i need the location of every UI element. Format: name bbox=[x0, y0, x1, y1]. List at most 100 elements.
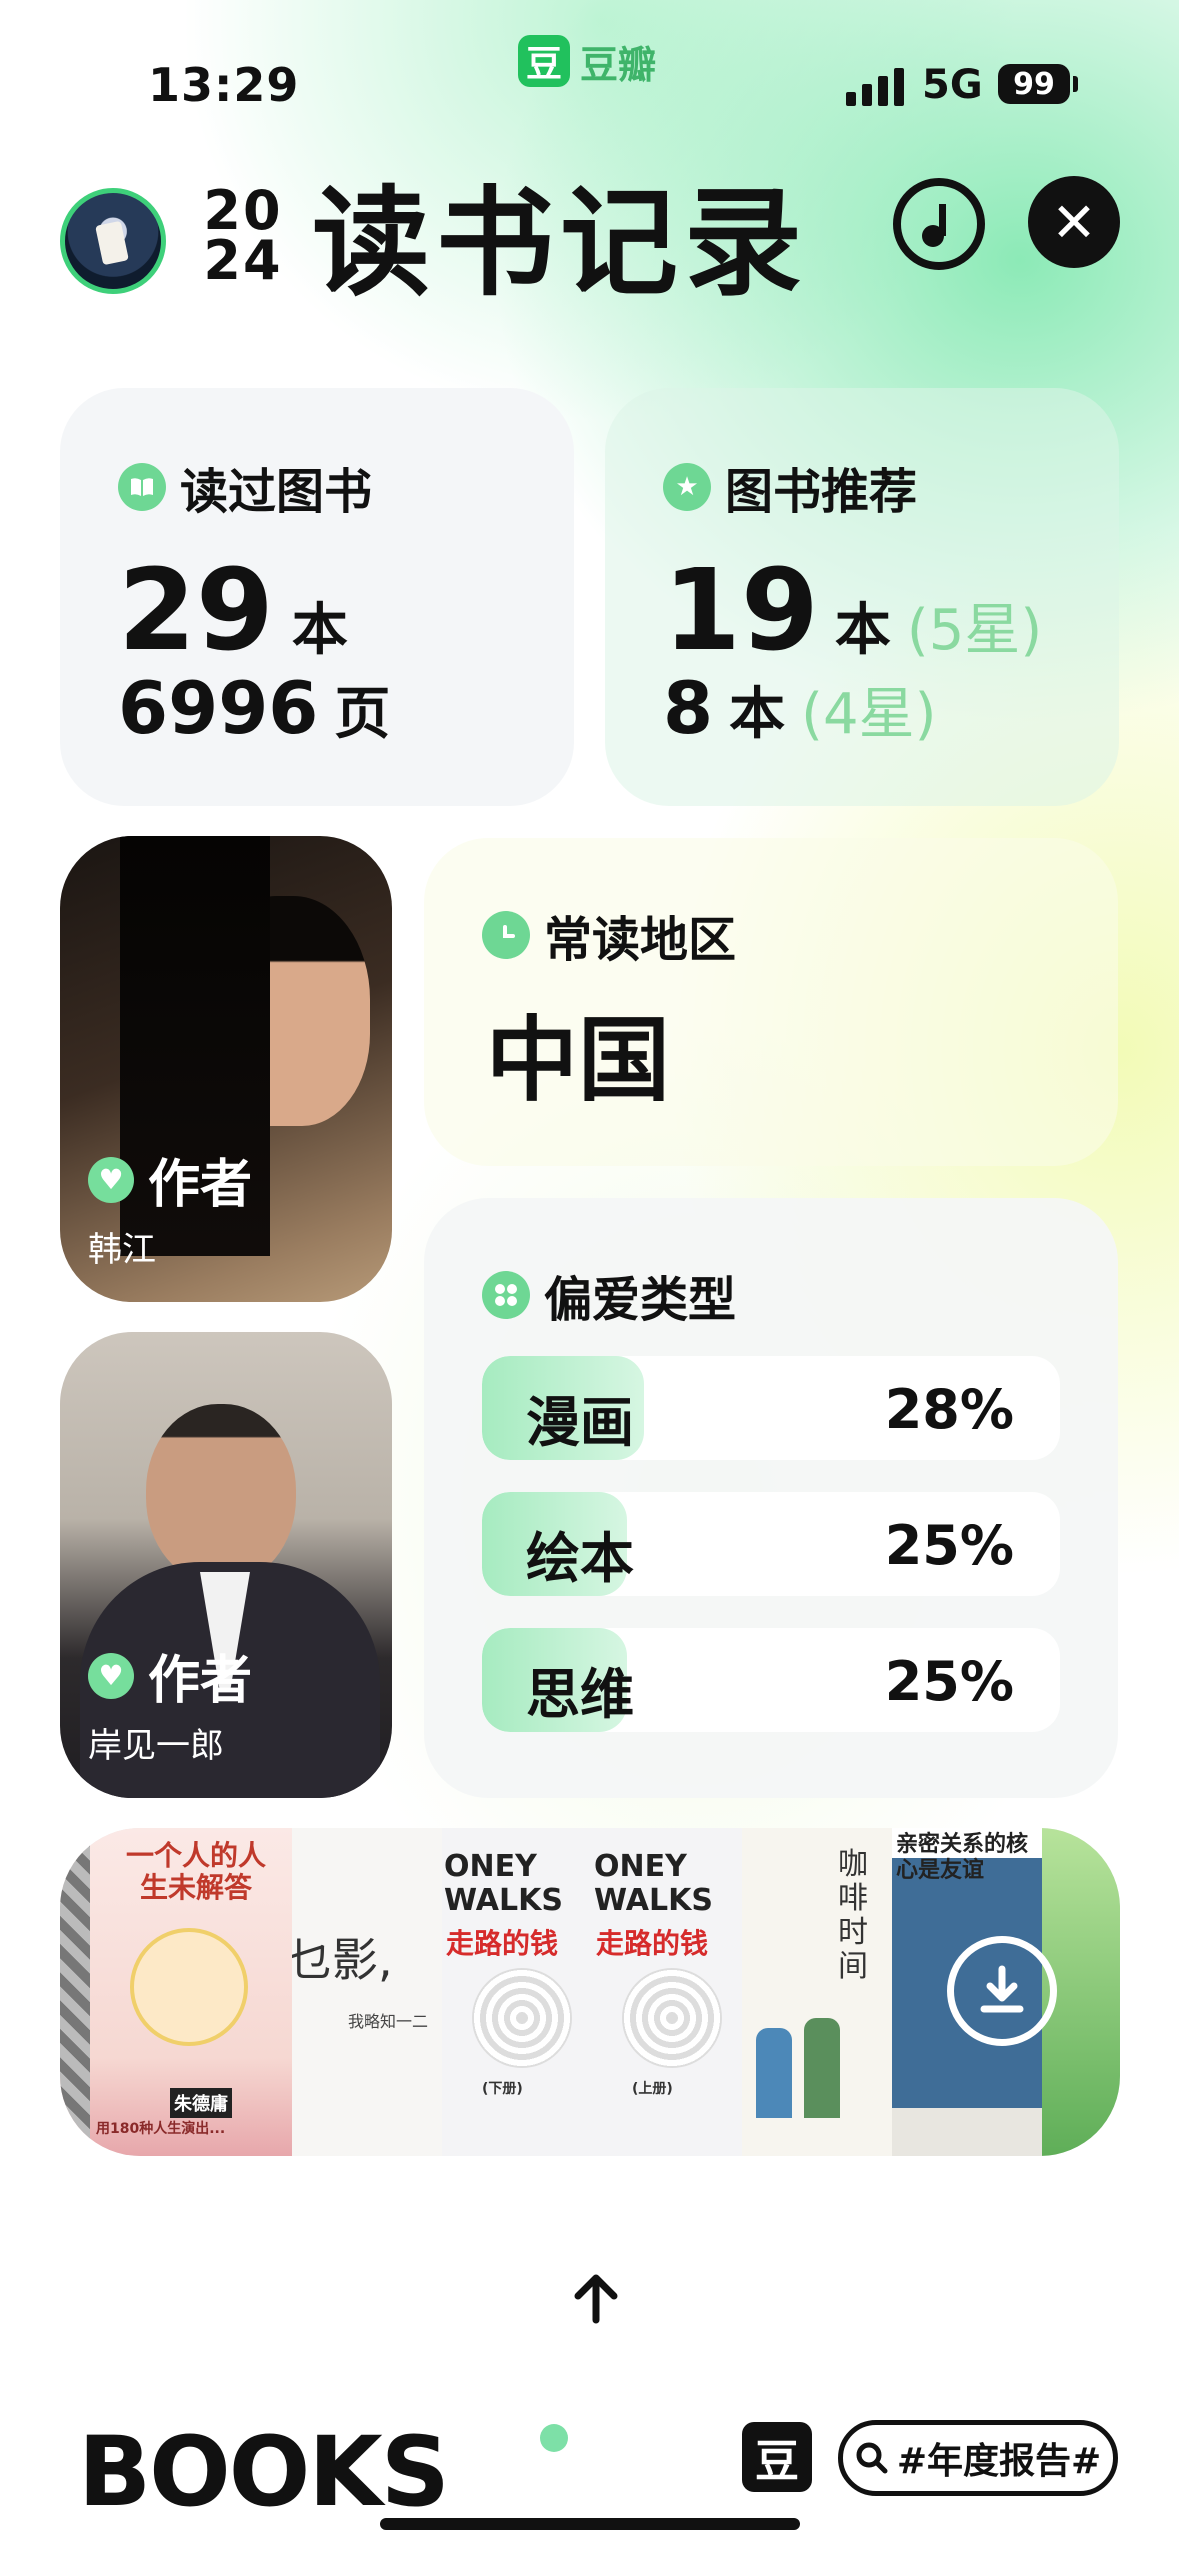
author-2-portrait bbox=[146, 1404, 296, 1584]
books-count: 29 bbox=[118, 546, 274, 676]
cover-1-title: 一个人的人生未解答 bbox=[125, 1839, 266, 1904]
arrow-up-icon[interactable] bbox=[566, 2268, 626, 2328]
cover-4-vol: (上册) bbox=[632, 2081, 673, 2097]
genre-2-percent: 25% bbox=[884, 1514, 1014, 1577]
recommend-card: ★ 图书推荐 19 本 (5星) 8 本 (4星) bbox=[605, 388, 1119, 806]
grid-icon bbox=[482, 1271, 530, 1319]
read-books-label: 读过图书 bbox=[180, 464, 373, 520]
download-icon bbox=[980, 1965, 1024, 2013]
douban-icon[interactable]: 豆 bbox=[742, 2422, 812, 2492]
book-cover-5[interactable]: 咖啡时间 bbox=[742, 1828, 892, 2156]
recommend-label-row: ★ 图书推荐 bbox=[663, 452, 917, 522]
genre-bar-2: 绘本 25% bbox=[482, 1492, 1060, 1596]
region-label: 常读地区 bbox=[544, 912, 737, 968]
search-icon bbox=[856, 2442, 888, 2474]
status-time: 13:29 bbox=[148, 58, 300, 112]
read-books-card: 读过图书 29 本 6996 页 bbox=[60, 388, 574, 806]
cover-3-subtitle: 走路的钱 bbox=[446, 1927, 559, 1960]
pages-count: 6996 bbox=[118, 666, 319, 750]
logo-dot bbox=[540, 2424, 568, 2452]
book-cover-4[interactable]: ONEY WALKS 走路的钱 (上册) bbox=[592, 1828, 742, 2156]
genre-1-percent: 28% bbox=[884, 1378, 1014, 1441]
cover-2-title: 乜影, bbox=[292, 1933, 393, 1987]
home-indicator[interactable] bbox=[380, 2518, 800, 2530]
read-books-label-row: 读过图书 bbox=[118, 452, 372, 522]
four-star-unit: 本 bbox=[729, 682, 786, 747]
book-icon bbox=[118, 463, 166, 511]
close-icon: ✕ bbox=[1051, 190, 1097, 254]
four-star-count: 8 bbox=[663, 666, 714, 750]
network-label: 5G bbox=[922, 62, 983, 108]
cover-4-maze bbox=[622, 1968, 722, 2068]
hashtag-label: #年度报告# bbox=[896, 2441, 1102, 2482]
author-1-tag-row: ♥ 作者 bbox=[88, 1142, 252, 1217]
cover-1-author: 朱德庸 bbox=[170, 2088, 232, 2118]
books-logo: BOOKS bbox=[78, 2416, 450, 2528]
year-bottom: 24 bbox=[203, 229, 283, 292]
books-count-row: 29 本 bbox=[118, 546, 348, 676]
four-star-row: 8 本 (4星) bbox=[663, 666, 936, 750]
battery-icon: 99 bbox=[998, 64, 1070, 104]
recommend-label: 图书推荐 bbox=[725, 464, 918, 520]
book-cover-3[interactable]: ONEY WALKS 走路的钱 (下册) bbox=[442, 1828, 592, 2156]
genre-label-row: 偏爱类型 bbox=[482, 1260, 736, 1330]
hashtag-search-button[interactable]: #年度报告# bbox=[838, 2420, 1118, 2496]
cover-3-vol: (下册) bbox=[482, 2081, 523, 2097]
heart-icon: ♥ bbox=[88, 1652, 134, 1699]
close-button[interactable]: ✕ bbox=[1028, 176, 1120, 268]
user-avatar[interactable] bbox=[60, 188, 166, 294]
signal-icon bbox=[846, 68, 904, 106]
book-cover-2[interactable]: 乜影, 我略知一二 bbox=[292, 1828, 442, 2156]
genre-1-name: 漫画 bbox=[526, 1391, 634, 1454]
pages-count-row: 6996 页 bbox=[118, 666, 390, 750]
book-cover-1[interactable]: 一个人的人生未解答 朱德庸 用180种人生演出... bbox=[60, 1828, 292, 2156]
author-1-tag: 作者 bbox=[148, 1155, 253, 1215]
region-label-row: 常读地区 bbox=[482, 900, 736, 970]
cover-5-figure-1 bbox=[756, 2028, 792, 2118]
genre-3-percent: 25% bbox=[884, 1650, 1014, 1713]
five-star-row: 19 本 (5星) bbox=[663, 546, 1042, 676]
cover-1-tagline: 用180种人生演出... bbox=[96, 2121, 226, 2137]
region-value: 中国 bbox=[486, 1007, 671, 1114]
douban-logo-icon: 豆 bbox=[518, 35, 570, 87]
genre-2-name: 绘本 bbox=[526, 1527, 634, 1590]
brand-name: 豆瓣 bbox=[580, 42, 657, 87]
genre-bar-3: 思维 25% bbox=[482, 1628, 1060, 1732]
music-note-icon bbox=[922, 204, 946, 247]
author-1-name: 韩江 bbox=[88, 1230, 156, 1270]
author-2-tag-row: ♥ 作者 bbox=[88, 1638, 252, 1713]
cover-5-title: 咖啡时间 bbox=[838, 1847, 868, 1984]
five-star-note: (5星) bbox=[906, 598, 1043, 663]
cover-3-title: ONEY WALKS bbox=[444, 1849, 563, 1918]
cover-3-maze bbox=[472, 1968, 572, 2068]
clock-icon bbox=[482, 911, 530, 959]
cover-6-title: 亲密关系的核心是友谊 bbox=[896, 1832, 1029, 1883]
star-icon: ★ bbox=[663, 463, 711, 511]
genre-card: 偏爱类型 漫画 28% 绘本 25% 思维 25% bbox=[424, 1198, 1118, 1798]
author-2-name: 岸见一郎 bbox=[88, 1726, 224, 1766]
report-year: 20 24 bbox=[198, 184, 288, 292]
cover-4-subtitle: 走路的钱 bbox=[596, 1927, 709, 1960]
download-button[interactable] bbox=[947, 1936, 1057, 2046]
five-star-count: 19 bbox=[663, 546, 819, 676]
cover-2-subtitle: 我略知一二 bbox=[348, 2012, 429, 2031]
battery-tip bbox=[1073, 76, 1078, 92]
cover-4-title: ONEY WALKS bbox=[594, 1849, 713, 1918]
douban-brand: 豆 豆瓣 bbox=[518, 34, 656, 88]
cover-1-pattern bbox=[60, 1828, 90, 2156]
cover-1-face bbox=[130, 1928, 248, 2046]
region-card: 常读地区 中国 bbox=[424, 838, 1118, 1166]
five-star-unit: 本 bbox=[834, 598, 891, 663]
author-card-2[interactable]: ♥ 作者 岸见一郎 bbox=[60, 1332, 392, 1798]
genre-3-name: 思维 bbox=[526, 1663, 634, 1726]
books-unit: 本 bbox=[291, 598, 348, 663]
pages-unit: 页 bbox=[334, 682, 391, 747]
page-title: 读书记录 bbox=[312, 174, 809, 312]
music-button[interactable] bbox=[893, 178, 985, 270]
four-star-note: (4星) bbox=[801, 682, 937, 747]
genre-label: 偏爱类型 bbox=[544, 1272, 737, 1328]
genre-bar-1: 漫画 28% bbox=[482, 1356, 1060, 1460]
author-2-tag: 作者 bbox=[148, 1651, 253, 1711]
heart-icon: ♥ bbox=[88, 1156, 134, 1203]
author-card-1[interactable]: ♥ 作者 韩江 bbox=[60, 836, 392, 1302]
